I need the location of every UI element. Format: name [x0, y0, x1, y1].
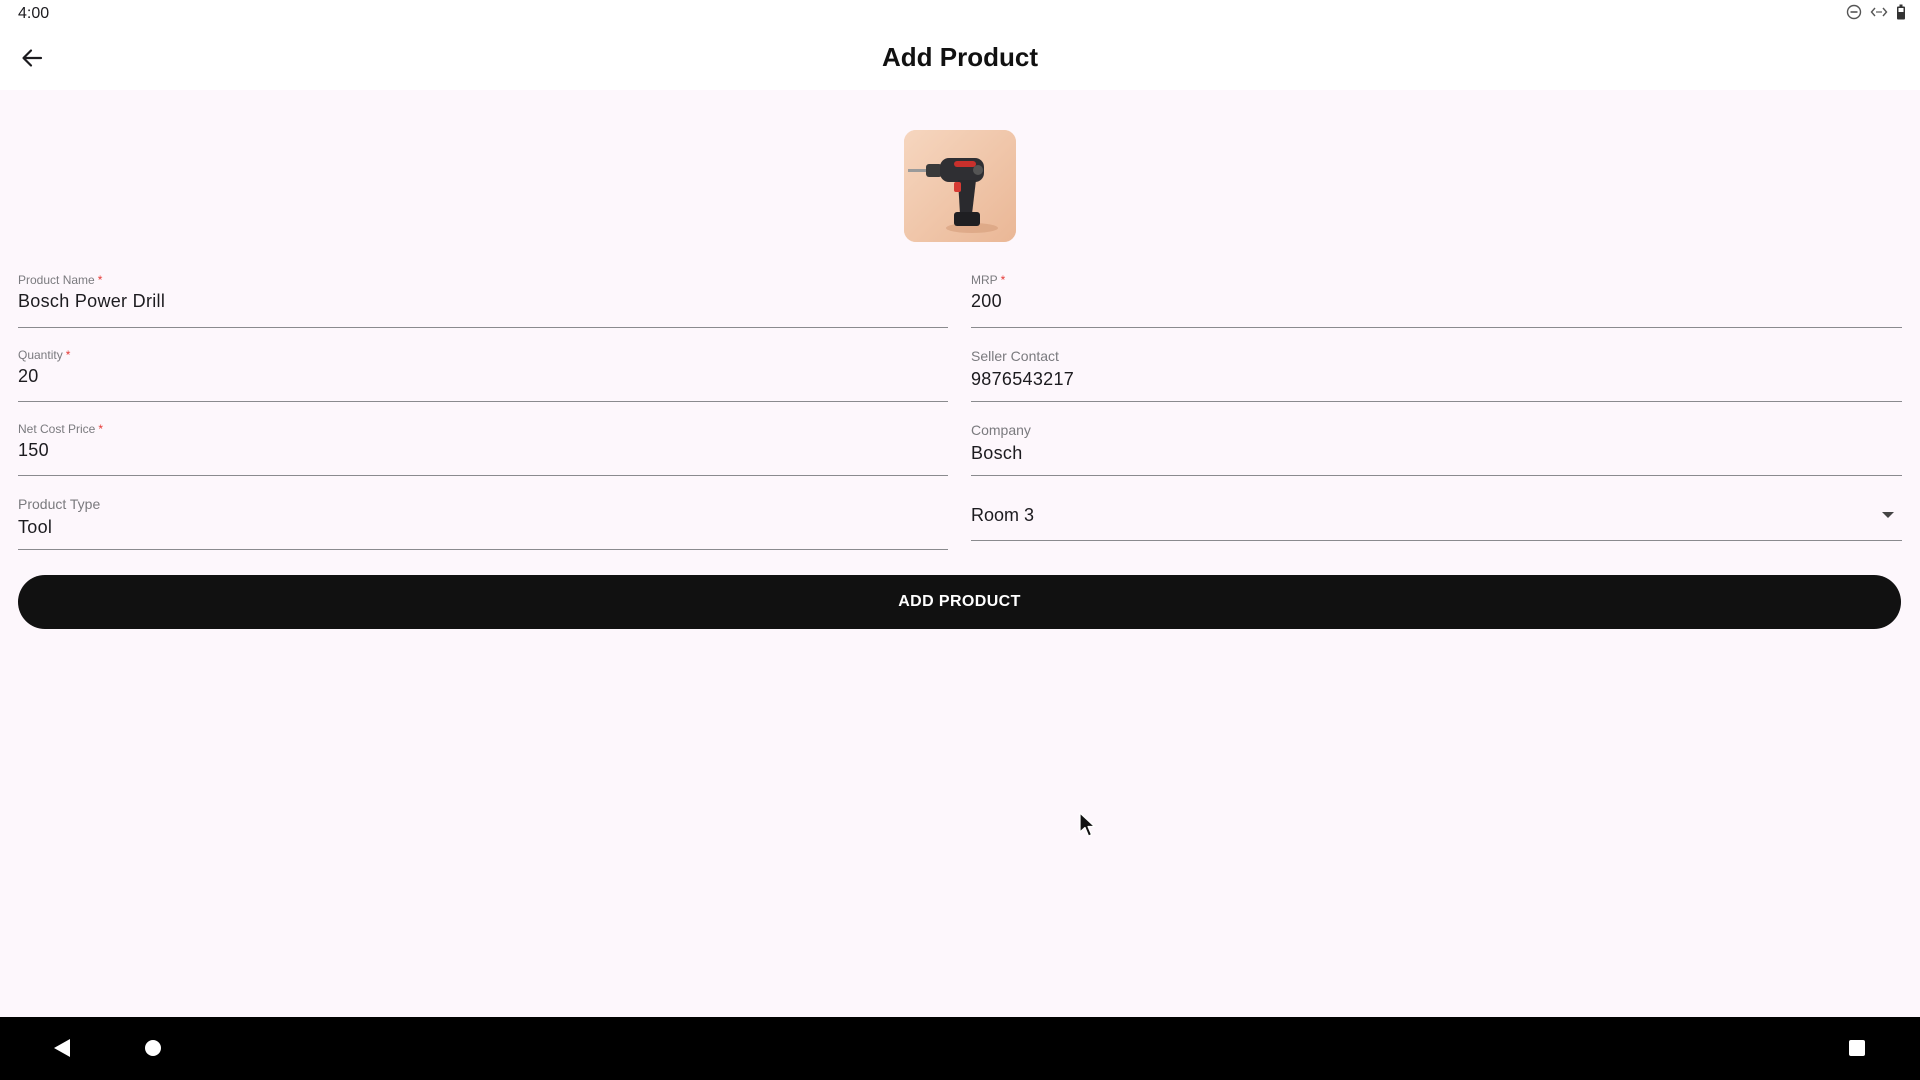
power-drill-photo — [904, 130, 1016, 242]
net-cost-price-field[interactable]: Net Cost Price * 150 — [18, 422, 948, 476]
status-bar: 4:00 — [0, 0, 1920, 28]
product-type-value: Tool — [18, 517, 53, 537]
company-field[interactable]: Company Bosch — [971, 422, 1902, 476]
product-name-value: Bosch Power Drill — [18, 291, 166, 311]
room-select-value: Room 3 — [971, 505, 1035, 525]
status-time: 4:00 — [18, 5, 50, 22]
product-type-label: Product Type — [18, 496, 101, 512]
quantity-value: 20 — [18, 366, 39, 386]
company-value: Bosch — [971, 443, 1023, 463]
nav-back-icon[interactable] — [52, 1037, 72, 1064]
quantity-field[interactable]: Quantity * 20 — [18, 348, 948, 402]
room-select[interactable]: Room 3 — [971, 496, 1902, 541]
data-sync-icon — [1870, 4, 1888, 25]
dropdown-caret-icon — [1882, 512, 1894, 518]
status-icons — [1846, 4, 1906, 25]
nav-recents-icon[interactable] — [1848, 1037, 1866, 1064]
system-nav-bar — [0, 1017, 1920, 1080]
product-name-field[interactable]: Product Name * Bosch Power Drill — [18, 273, 948, 328]
app-bar: Add Product — [0, 28, 1920, 90]
add-product-button[interactable]: ADD PRODUCT — [18, 575, 1901, 629]
seller-contact-value: 9876543217 — [971, 369, 1075, 389]
quantity-label: Quantity * — [18, 348, 71, 362]
nav-home-icon[interactable] — [144, 1037, 162, 1064]
net-cost-price-value: 150 — [18, 440, 49, 460]
battery-icon — [1896, 4, 1906, 25]
do-not-disturb-icon — [1846, 4, 1862, 25]
seller-contact-field[interactable]: Seller Contact 9876543217 — [971, 348, 1902, 402]
mrp-field[interactable]: MRP * 200 — [971, 273, 1902, 328]
page-title: Add Product — [882, 42, 1038, 72]
mrp-label: MRP * — [971, 273, 1006, 287]
mrp-value: 200 — [971, 291, 1002, 311]
product-name-label: Product Name * — [18, 273, 103, 287]
net-cost-price-label: Net Cost Price * — [18, 422, 104, 436]
seller-contact-label: Seller Contact — [971, 348, 1059, 364]
mouse-cursor-icon — [1079, 812, 1097, 843]
company-label: Company — [971, 422, 1031, 438]
product-type-field[interactable]: Product Type Tool — [18, 496, 948, 550]
product-image[interactable] — [904, 130, 1016, 242]
